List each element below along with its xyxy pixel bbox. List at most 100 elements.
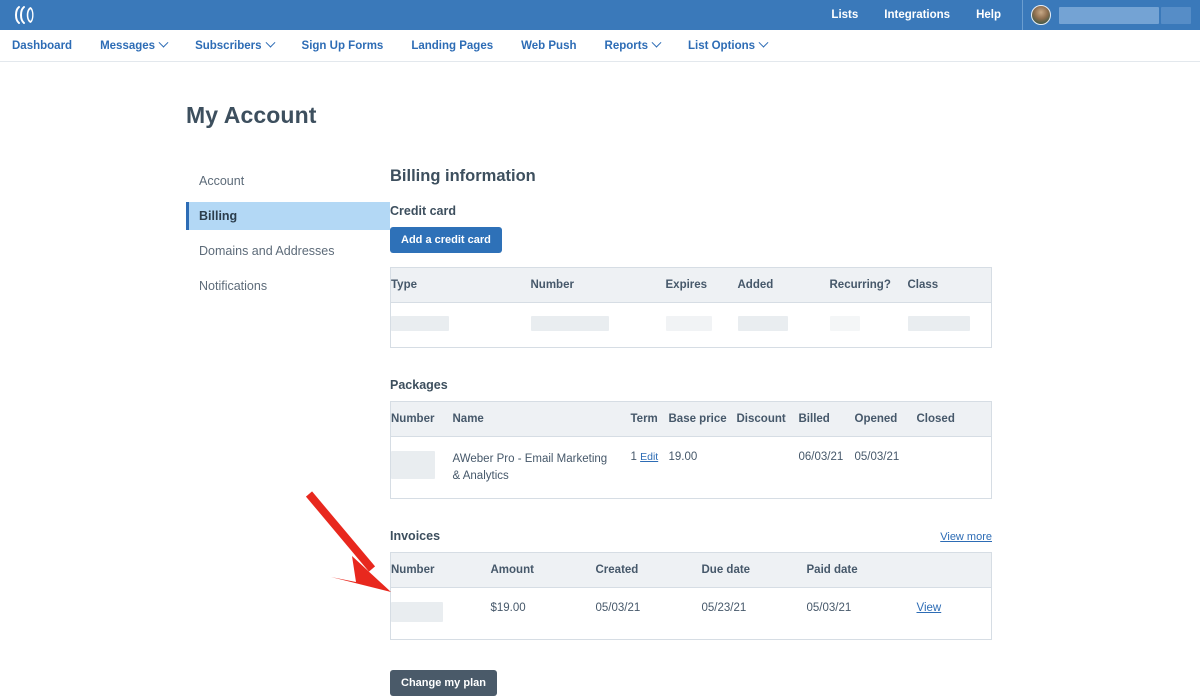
sidebar-item-billing[interactable]: Billing [186, 202, 390, 230]
sidebar-item-label: Account [199, 174, 245, 188]
col-opened: Opened [854, 401, 917, 437]
cell-name: AWeber Pro - Email Marketing & Analytics [452, 453, 608, 482]
col-type: Type [390, 267, 531, 303]
cell-opened: 05/03/21 [854, 451, 900, 463]
cell-created: 05/03/21 [595, 602, 641, 615]
avatar [1031, 5, 1051, 25]
nav-item-list-options[interactable]: List Options [687, 37, 769, 52]
packages-heading: Packages [390, 378, 448, 392]
sidebar-item-domains-and-addresses[interactable]: Domains and Addresses [186, 237, 390, 265]
account-name-redacted [1059, 6, 1159, 24]
col-created: Created [595, 552, 702, 589]
invoices-table: Number Amount Created Due date Paid date… [390, 552, 992, 641]
table-header-row: Number Name Term Base price Discount Bil… [390, 401, 992, 437]
add-credit-card-button[interactable]: Add a credit card [390, 227, 502, 253]
redacted-value [665, 316, 712, 331]
nav-item-messages[interactable]: Messages [100, 37, 169, 52]
nav-item-sign-up-forms[interactable]: Sign Up Forms [302, 40, 384, 52]
billing-panel: Billing information Credit card Add a cr… [390, 167, 1200, 696]
view-more-link[interactable]: View more [940, 531, 992, 543]
credit-card-table: Type Number Expires Added Recurring? Cla… [390, 267, 992, 348]
redacted-value [391, 602, 443, 623]
term-value: 1 [630, 451, 637, 463]
col-due-date: Due date [701, 552, 807, 589]
col-added: Added [737, 267, 830, 303]
cell-class [907, 303, 992, 348]
topbar-link-integrations[interactable]: Integrations [871, 0, 963, 30]
edit-term-link[interactable]: Edit [640, 451, 658, 463]
cell-number [530, 303, 666, 348]
redacted-value [530, 316, 609, 331]
cell-closed [917, 437, 992, 499]
col-discount: Discount [736, 401, 799, 437]
cell-expires [665, 303, 738, 348]
account-sidebar: Account Billing Domains and Addresses No… [186, 167, 390, 696]
chevron-down-icon [158, 37, 169, 48]
col-expires: Expires [665, 267, 738, 303]
table-row: AWeber Pro - Email Marketing & Analytics… [391, 437, 992, 499]
aweber-logo-icon[interactable] [10, 3, 40, 27]
nav-label: Landing Pages [411, 39, 494, 52]
sidebar-item-account[interactable]: Account [186, 167, 390, 195]
nav-item-landing-pages[interactable]: Landing Pages [411, 40, 493, 52]
col-closed: Closed [916, 401, 992, 437]
top-bar-right: Lists Integrations Help [818, 0, 1200, 30]
cell-recurring [829, 303, 908, 348]
cell-discount [737, 437, 799, 499]
sidebar-item-label: Billing [199, 209, 238, 223]
table-row: $19.00 05/03/21 05/23/21 05/03/21 View [391, 588, 992, 640]
chevron-down-icon [651, 37, 662, 48]
redacted-value [391, 451, 435, 479]
cell-due-date: 05/23/21 [701, 602, 747, 615]
cell-billed: 06/03/21 [798, 451, 844, 463]
account-menu[interactable] [1022, 0, 1200, 30]
col-paid-date: Paid date [806, 552, 917, 589]
change-my-plan-button[interactable]: Change my plan [390, 670, 497, 696]
cell-amount: $19.00 [490, 602, 526, 615]
view-invoice-link[interactable]: View [917, 602, 942, 614]
cell-term: 1 Edit [631, 437, 669, 499]
page-title: My Account [186, 102, 317, 128]
cell-paid-date: 05/03/21 [806, 602, 852, 615]
col-recurring: Recurring? [829, 267, 908, 303]
content-columns: Account Billing Domains and Addresses No… [0, 167, 1200, 696]
topbar-link-lists[interactable]: Lists [818, 0, 871, 30]
table-header-row: Type Number Expires Added Recurring? Cla… [390, 267, 992, 303]
col-billed: Billed [798, 401, 855, 437]
main-nav: Dashboard Messages Subscribers Sign Up F… [0, 30, 1200, 62]
page-content: My Account Account Billing Domains and A… [0, 62, 1200, 696]
col-number: Number [390, 552, 491, 589]
col-name: Name [452, 401, 631, 437]
nav-item-subscribers[interactable]: Subscribers [195, 37, 275, 52]
cell-number [391, 588, 491, 640]
nav-item-reports[interactable]: Reports [605, 37, 662, 52]
sidebar-item-label: Notifications [199, 279, 268, 293]
redacted-value [907, 316, 970, 331]
sidebar-item-notifications[interactable]: Notifications [186, 272, 390, 300]
nav-label: Dashboard [12, 39, 73, 52]
chevron-down-icon [265, 37, 275, 48]
nav-item-web-push[interactable]: Web Push [521, 40, 576, 52]
col-term: Term [630, 401, 669, 437]
sidebar-item-label: Domains and Addresses [199, 244, 335, 258]
cell-base-price: 19.00 [668, 451, 698, 463]
packages-table: Number Name Term Base price Discount Bil… [390, 401, 992, 500]
nav-label: List Options [687, 39, 756, 52]
redacted-value [391, 316, 449, 331]
table-row [391, 303, 992, 348]
cell-action: View [917, 588, 992, 640]
col-actions [916, 552, 992, 589]
topbar-link-help[interactable]: Help [963, 0, 1014, 30]
invoices-heading-row: Invoices View more [390, 529, 992, 543]
invoices-heading: Invoices [390, 529, 441, 544]
col-class: Class [907, 267, 992, 303]
col-number: Number [390, 401, 453, 437]
nav-label: Sign Up Forms [301, 39, 384, 52]
cell-number [391, 437, 453, 499]
account-name-redacted-tail [1161, 6, 1191, 24]
redacted-value [829, 316, 860, 331]
nav-item-dashboard[interactable]: Dashboard [12, 40, 72, 52]
cell-type [391, 303, 531, 348]
col-base-price: Base price [668, 401, 737, 437]
redacted-value [737, 316, 788, 331]
